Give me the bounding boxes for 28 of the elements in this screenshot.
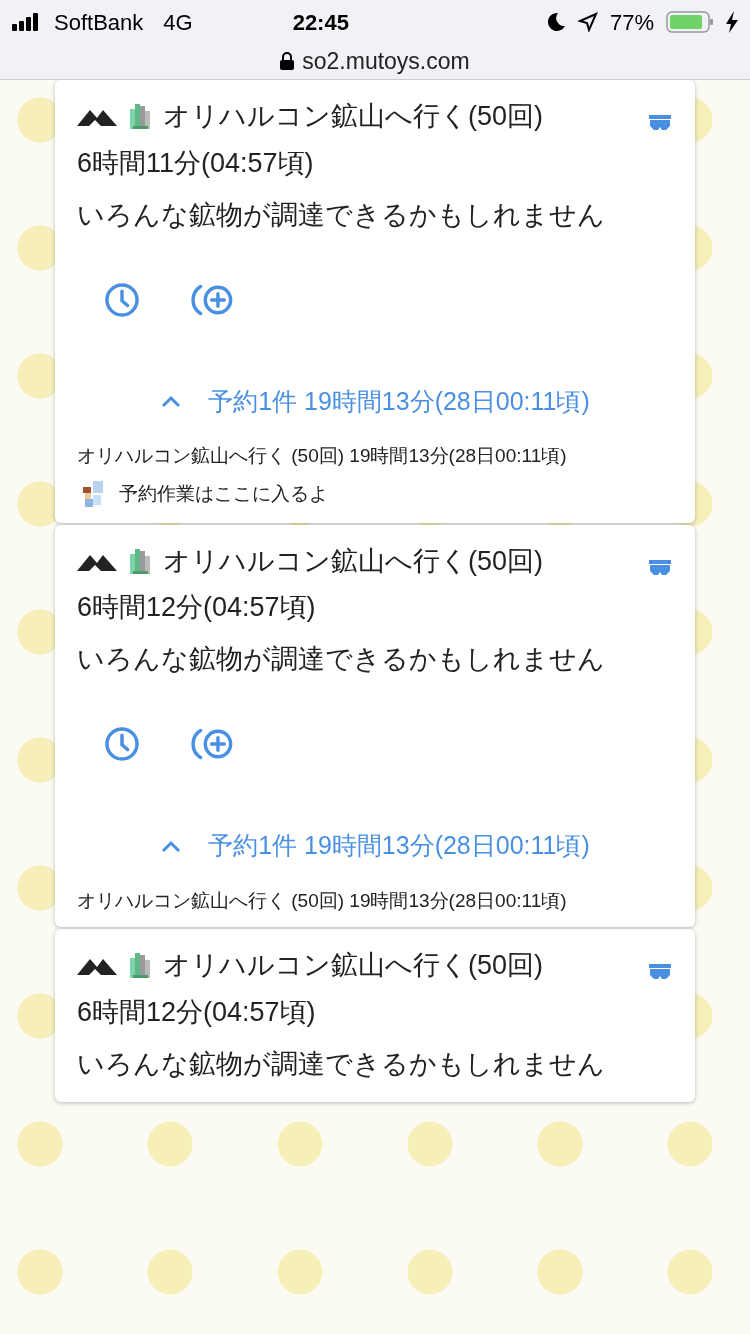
battery-icon	[666, 11, 714, 33]
task-duration: 6時間12分(04:57頃)	[77, 995, 317, 1029]
task-title: オリハルコン鉱山へ行く(50回)	[163, 949, 543, 982]
caret-up-icon	[160, 838, 183, 853]
network-type: 4G	[163, 8, 193, 37]
page-url: so2.mutoys.com	[302, 47, 470, 76]
reservation-item: オリハルコン鉱山へ行く (50回) 19時間13分(28日00:11頃)	[77, 888, 568, 913]
task-duration: 6時間12分(04:57頃)	[77, 591, 317, 624]
caret-up-icon	[160, 394, 183, 409]
task-title: オリハルコン鉱山へ行く(50回)	[163, 100, 543, 133]
carrier-name: SoftBank	[54, 8, 144, 37]
fairy-note: 予約作業はここに入るよ	[119, 482, 328, 507]
task-description: いろんな鉱物が調達できるかもしれません	[77, 643, 606, 676]
reservation-toggle[interactable]: 予約1件 19時間13分(28日00:11頃)	[160, 827, 590, 865]
reservation-item: オリハルコン鉱山へ行く (50回) 19時間13分(28日00:11頃)	[77, 444, 568, 468]
clock-time: 22:45	[292, 8, 349, 37]
lock-icon	[280, 52, 295, 71]
task-title: オリハルコン鉱山へ行く(50回)	[163, 544, 543, 578]
clock-icon[interactable]	[103, 725, 141, 763]
moon-icon	[545, 12, 566, 32]
clock-icon[interactable]	[103, 280, 141, 319]
reservation-toggle[interactable]: 予約1件 19時間13分(28日00:11頃)	[160, 382, 590, 420]
battery-percent: 77%	[609, 8, 654, 37]
charging-bolt-icon	[726, 11, 738, 33]
task-description: いろんな鉱物が調達できるかもしれません	[77, 1047, 606, 1081]
task-description: いろんな鉱物が調達できるかもしれません	[77, 198, 606, 232]
location-arrow-icon	[577, 12, 598, 32]
task-duration: 6時間11分(04:57頃)	[77, 146, 315, 180]
